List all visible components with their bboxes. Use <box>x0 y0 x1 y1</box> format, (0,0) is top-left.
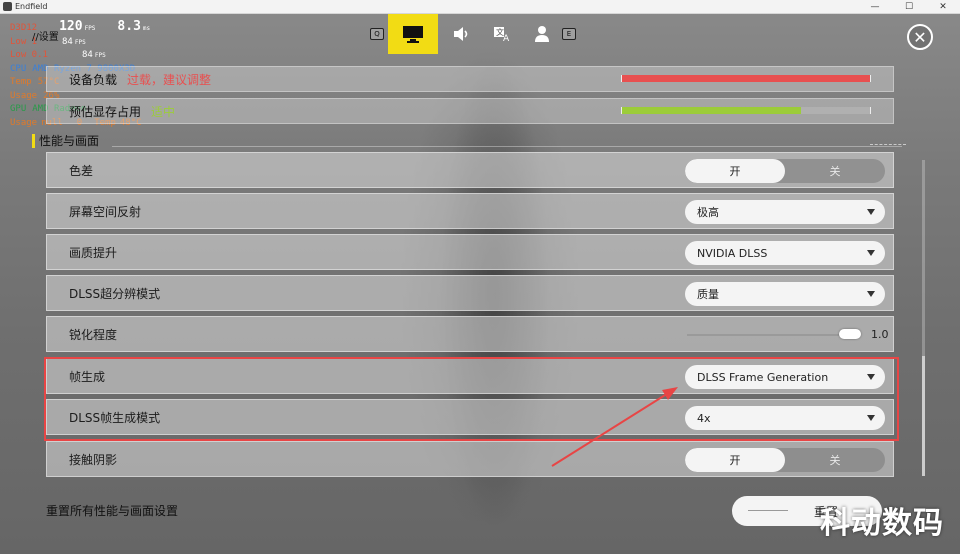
watermark: 科动数码 <box>820 506 944 541</box>
reset-all-label: 重置所有性能与画面设置 <box>46 504 179 518</box>
reset-button-decor <box>748 510 788 511</box>
settings-scrollbar[interactable] <box>922 160 925 476</box>
scrollbar-thumb[interactable] <box>922 356 925 476</box>
annotation-arrow <box>551 387 678 467</box>
